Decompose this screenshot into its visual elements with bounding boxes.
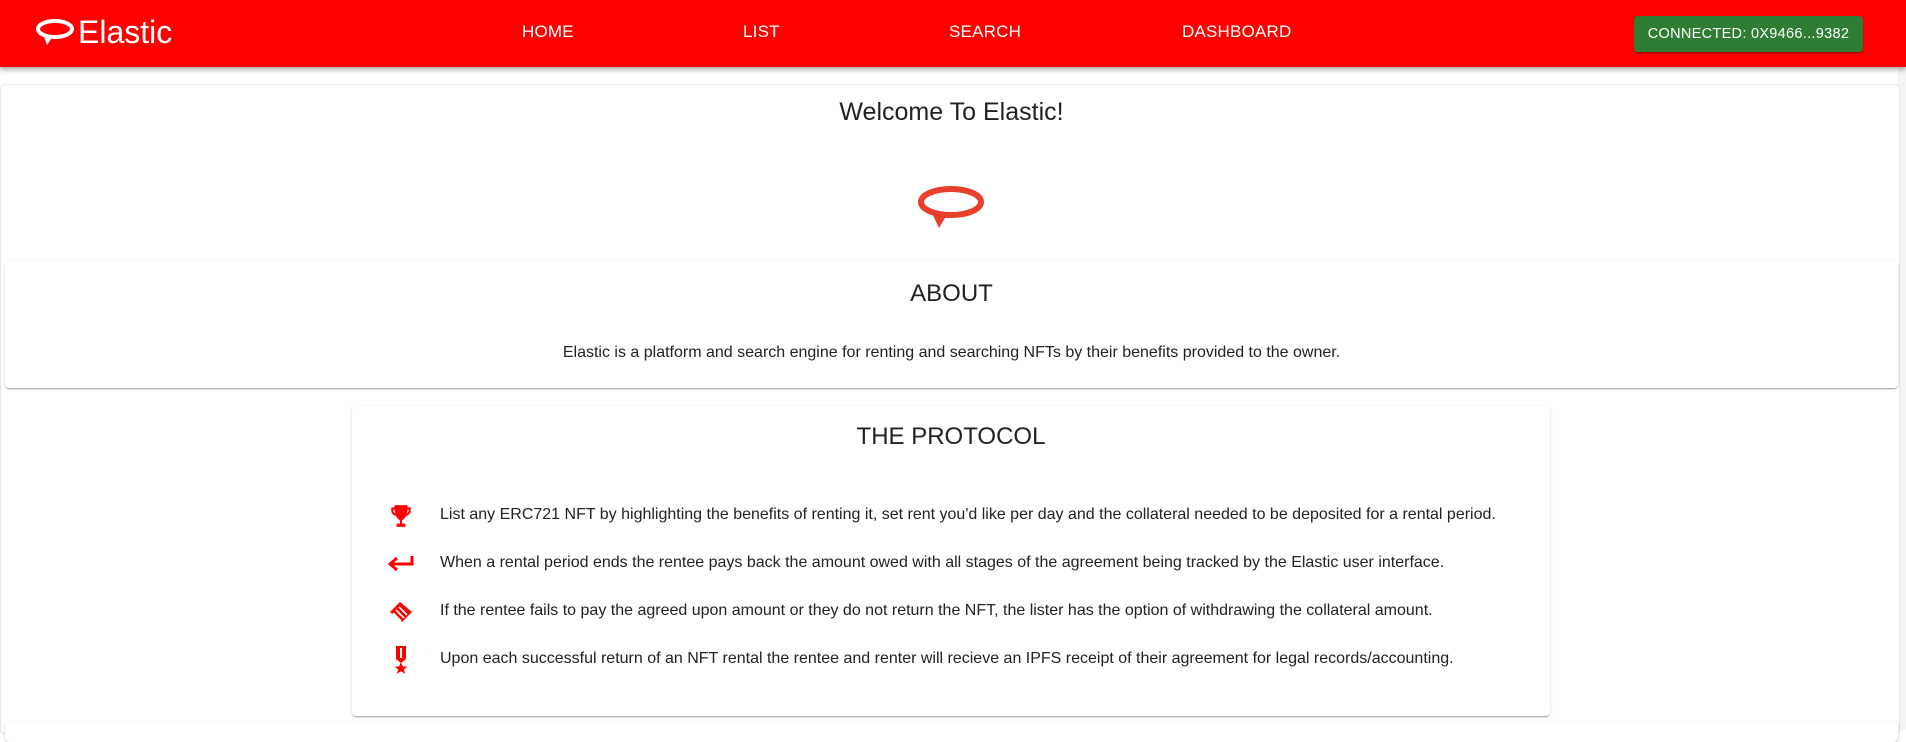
nav-home[interactable]: HOME bbox=[522, 22, 574, 42]
protocol-item-text: If the rentee fails to pay the agreed up… bbox=[440, 602, 1433, 619]
rotate-arrow-icon bbox=[34, 16, 76, 48]
protocol-item: List any ERC721 NFT by highlighting the … bbox=[352, 495, 1550, 535]
next-card bbox=[5, 722, 1898, 742]
about-title: ABOUT bbox=[910, 280, 993, 307]
nav-dashboard[interactable]: DASHBOARD bbox=[1182, 22, 1292, 42]
connected-wallet-label: CONNECTED: 0X9466...9382 bbox=[1647, 26, 1850, 42]
elastic-logo-icon bbox=[915, 182, 987, 235]
protocol-item-text: When a rental period ends the rentee pay… bbox=[440, 554, 1445, 571]
trophy-icon bbox=[386, 503, 416, 529]
brand-name: Elastic bbox=[78, 14, 173, 50]
about-card: ABOUT Elastic is a platform and search e… bbox=[5, 261, 1898, 388]
welcome-title: Welcome To Elastic! bbox=[839, 98, 1064, 126]
protocol-title: THE PROTOCOL bbox=[856, 423, 1046, 450]
brand-link[interactable]: Elastic bbox=[34, 12, 172, 52]
nav-list[interactable]: LIST bbox=[743, 22, 780, 42]
protocol-item-text: Upon each successful return of an NFT re… bbox=[440, 650, 1454, 667]
protocol-item: When a rental period ends the rentee pay… bbox=[352, 543, 1550, 583]
medal-icon bbox=[386, 646, 416, 674]
protocol-card: THE PROTOCOL List any ERC721 NFT by high… bbox=[352, 406, 1550, 716]
nav-search[interactable]: SEARCH bbox=[949, 22, 1021, 42]
handshake-icon bbox=[386, 599, 416, 625]
connected-wallet-button[interactable]: CONNECTED: 0X9466...9382 bbox=[1634, 16, 1863, 52]
keyboard-return-icon bbox=[386, 551, 416, 577]
protocol-item: Upon each successful return of an NFT re… bbox=[352, 639, 1550, 679]
protocol-item: If the rentee fails to pay the agreed up… bbox=[352, 591, 1550, 631]
app-bar: Elastic HOME LIST SEARCH DASHBOARD CONNE… bbox=[0, 0, 1906, 67]
about-description: Elastic is a platform and search engine … bbox=[562, 344, 1341, 361]
protocol-item-text: List any ERC721 NFT by highlighting the … bbox=[440, 506, 1496, 523]
